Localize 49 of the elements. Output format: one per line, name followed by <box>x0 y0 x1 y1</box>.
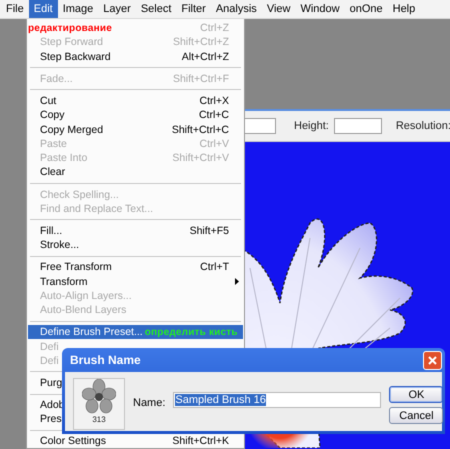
shortcut-text: Shift+Ctrl+F <box>172 72 229 85</box>
annotation-text: определить кисть <box>144 326 238 338</box>
menu-item[interactable]: Window <box>295 0 345 18</box>
menu-item[interactable]: Analysis <box>210 0 262 18</box>
height-field[interactable] <box>334 118 382 134</box>
shortcut-text: Shift+Ctrl+Z <box>172 36 229 48</box>
close-button[interactable] <box>423 350 442 370</box>
menu-item[interactable]: Fill... Shift+F5 <box>28 224 243 238</box>
dialog-button[interactable]: Cancel <box>389 407 444 424</box>
flower-icon <box>82 379 116 415</box>
menu-item[interactable]: Select <box>136 0 176 18</box>
height-label: Height: <box>294 120 329 132</box>
menu-item[interactable]: Help <box>388 0 420 18</box>
menu-item[interactable]: Define Brush Preset... определить кисть <box>28 325 243 340</box>
shortcut-text: Ctrl+Z <box>200 22 229 34</box>
menu-item[interactable]: Transform <box>28 274 243 289</box>
menu-item[interactable]: Color Settings Shift+Ctrl+K <box>28 434 243 448</box>
shortcut-text: Ctrl+X <box>200 94 229 107</box>
menu-item[interactable]: Stroke... <box>28 238 243 252</box>
menu-item[interactable]: Edit <box>28 0 58 18</box>
menu-item[interactable]: Cut Ctrl+X <box>28 94 243 108</box>
name-field[interactable]: Sampled Brush 16 <box>173 392 382 408</box>
menu-item[interactable]: onOne <box>344 0 388 18</box>
dialog-title: Brush Name <box>70 353 141 367</box>
shortcut-text: Shift+Ctrl+C <box>172 124 229 136</box>
shortcut-text: Ctrl+C <box>198 109 229 122</box>
menu-item[interactable]: Step Backward Alt+Ctrl+Z <box>28 50 243 64</box>
menu-item[interactable]: Copy Ctrl+C <box>28 108 243 122</box>
brush-size-text: 313 <box>92 415 106 424</box>
shortcut-text: Ctrl+V <box>200 138 229 150</box>
menu-item[interactable]: Layer <box>98 0 136 18</box>
annotation-text: редактирование <box>28 22 112 34</box>
menu-item[interactable]: Free Transform Ctrl+T <box>28 260 243 274</box>
menu-item[interactable]: Filter <box>176 0 211 18</box>
resolution-label: Resolution: <box>396 120 450 132</box>
menu-item[interactable]: Copy Merged Shift+Ctrl+C <box>28 122 243 137</box>
menu-item[interactable]: File <box>1 0 29 18</box>
shortcut-text: Shift+Ctrl+K <box>172 435 229 448</box>
shortcut-text: Shift+Ctrl+V <box>172 152 229 164</box>
menu-item[interactable]: Clear <box>28 165 243 180</box>
shortcut-text: Alt+Ctrl+Z <box>182 50 229 63</box>
name-label: Name: <box>133 397 166 409</box>
shortcut-text: Shift+F5 <box>190 224 229 237</box>
menu-item[interactable]: Image <box>58 0 98 18</box>
shortcut-text: Ctrl+T <box>200 261 229 274</box>
width-field[interactable] <box>244 118 276 134</box>
dialog-button[interactable]: OK <box>389 386 444 403</box>
menu-item[interactable]: View <box>262 0 296 18</box>
close-icon <box>428 356 437 364</box>
